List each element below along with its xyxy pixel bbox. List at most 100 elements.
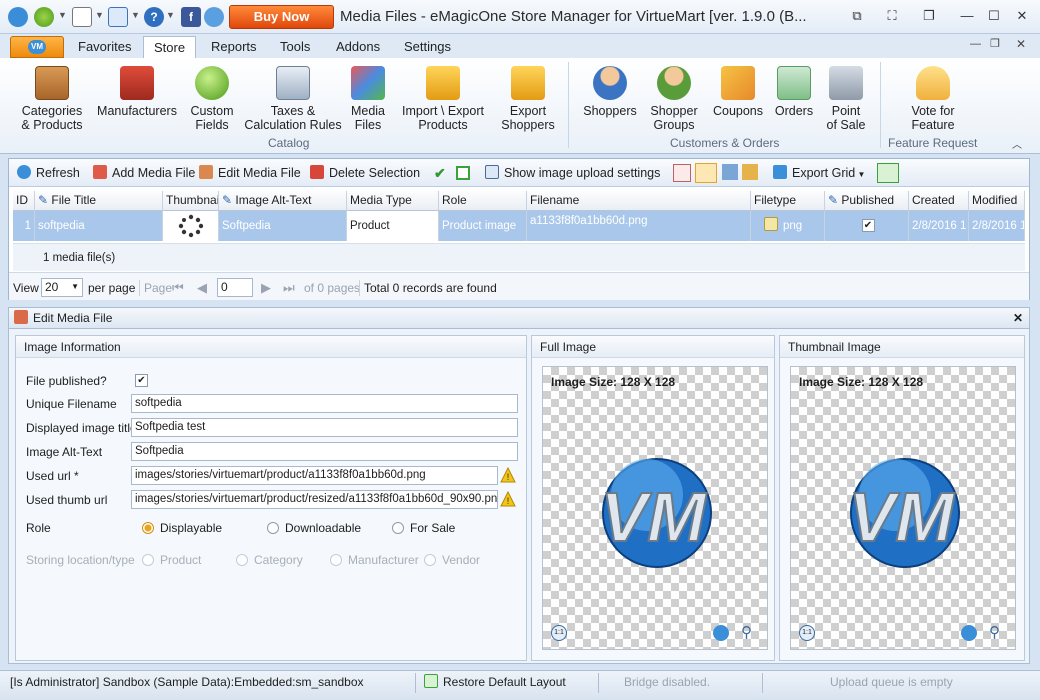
cell-filetype[interactable]: png [751,211,825,241]
close-panel-icon[interactable]: ✕ [1013,308,1023,328]
uncheck-all-icon[interactable] [456,166,470,180]
role-downloadable-radio[interactable]: Downloadable [267,521,361,535]
cell-role[interactable]: Product image [439,211,527,241]
dropdown-arrow-icon[interactable]: ▼ [95,10,104,20]
storing-category-radio[interactable]: Category [236,553,303,567]
zoom-icon[interactable]: ⚲ [989,623,1000,641]
tab-tools[interactable]: Tools [270,36,320,58]
per-page-select[interactable]: 20 ▼ [41,278,83,297]
taxes-button[interactable]: Taxes & Calculation Rules [244,66,342,132]
buy-now-button[interactable]: Buy Now [229,5,334,29]
unique-filename-input[interactable]: softpedia [131,394,518,413]
manufacturers-button[interactable]: Manufacturers [95,66,179,118]
col-media-type[interactable]: Media Type [347,191,439,211]
alt-text-input[interactable]: Softpedia [131,442,518,461]
col-id[interactable]: ID [13,191,35,211]
export-grid-button[interactable]: Export Grid ▼ [773,164,865,182]
file-published-checkbox[interactable]: ✔ [135,374,148,387]
table-row[interactable]: 1 [13,211,35,241]
dropdown-arrow-icon[interactable]: ▼ [131,10,140,20]
edit-media-button[interactable]: Edit Media File [199,164,301,182]
tab-favorites[interactable]: Favorites [68,36,141,58]
warning-icon[interactable]: ! [500,491,516,507]
shoppers-button[interactable]: Shoppers [582,66,638,118]
cell-modified[interactable]: 2/8/2016 1 [969,211,1025,241]
storing-product-radio[interactable]: Product [142,553,201,567]
col-alt-text[interactable]: ✎ Image Alt-Text [219,191,347,211]
windows-icon[interactable] [108,7,128,27]
displayed-title-input[interactable]: Softpedia test [131,418,518,437]
col-thumbnail[interactable]: Thumbnail [163,191,219,211]
col-filetype[interactable]: Filetype [751,191,825,211]
ribbon-restore-icon[interactable]: ❐ [990,37,1000,50]
check-all-icon[interactable]: ✔ [434,164,446,182]
next-page-icon[interactable]: ▶ [261,280,271,296]
help-icon[interactable]: ? [144,7,164,27]
cell-file-title[interactable]: softpedia [35,211,163,241]
import-export-button[interactable]: Import \ Export Products [396,66,490,132]
used-thumb-input[interactable]: images/stories/virtuemart/product/resize… [131,490,498,509]
refresh-image-icon[interactable] [961,625,977,641]
zoom-icon[interactable]: ⚲ [741,623,752,641]
role-displayable-radio[interactable]: Displayable [142,521,222,535]
media-files-button[interactable]: Media Files [348,66,388,132]
tab-reports[interactable]: Reports [201,36,267,58]
app-menu-button[interactable]: VM [10,36,64,58]
storing-manufacturer-radio[interactable]: Manufacturer [330,553,419,567]
green-status-icon[interactable] [34,7,54,27]
sync-icon[interactable] [877,163,899,183]
col-created[interactable]: Created [909,191,969,211]
warning-icon[interactable]: ! [500,467,516,483]
orders-button[interactable]: Orders [772,66,816,118]
first-page-icon[interactable]: ⏮ [172,280,184,296]
layout-icon[interactable] [673,164,691,182]
filter-icon[interactable] [722,164,738,180]
col-filename[interactable]: Filename [527,191,751,211]
fullscreen-icon[interactable]: ⛶ [880,6,904,26]
custom-fields-button[interactable]: Custom Fields [186,66,238,132]
dropdown-arrow-icon[interactable]: ▼ [58,10,67,20]
prev-page-icon[interactable]: ◀ [197,280,207,296]
restore-layout-button[interactable]: Restore Default Layout [424,671,566,693]
tab-addons[interactable]: Addons [326,36,390,58]
vote-feature-button[interactable]: Vote for Feature [900,66,966,132]
tile-icon[interactable]: ⧉ [845,6,869,26]
cell-alt-text[interactable]: Softpedia [219,211,347,241]
actual-size-icon[interactable]: 1:1 [551,625,567,641]
point-of-sale-button[interactable]: Point of Sale [824,66,868,132]
used-url-input[interactable]: images/stories/virtuemart/product/a1133f… [131,466,498,485]
role-for-sale-radio[interactable]: For Sale [392,521,455,535]
restore-icon[interactable]: ❐ [917,6,941,26]
actual-size-icon[interactable]: 1:1 [799,625,815,641]
coupons-button[interactable]: Coupons [710,66,766,118]
ribbon-close-icon[interactable]: ✕ [1016,37,1026,51]
bird-icon[interactable] [204,7,224,27]
cell-filename[interactable]: a1133f8f0a1bb60d.png [527,211,751,241]
app-logo-icon[interactable] [8,7,28,27]
facebook-icon[interactable]: f [181,7,201,27]
show-upload-settings-button[interactable]: Show image upload settings [485,164,660,182]
dropdown-arrow-icon[interactable]: ▼ [166,10,175,20]
close-button[interactable]: ✕ [1010,6,1034,26]
storing-vendor-radio[interactable]: Vendor [424,553,480,567]
refresh-image-icon[interactable] [713,625,729,641]
fit-columns-icon[interactable] [695,163,717,183]
delete-selection-button[interactable]: Delete Selection [310,164,420,182]
cell-published[interactable]: ✔ [825,211,909,241]
col-published[interactable]: ✎ Published [825,191,909,211]
categories-products-button[interactable]: Categories & Products [18,66,86,132]
last-page-icon[interactable]: ⏭ [283,280,295,296]
page-input[interactable]: 0 [217,278,253,297]
tab-settings[interactable]: Settings [394,36,461,58]
refresh-button[interactable]: Refresh [17,164,80,182]
add-media-button[interactable]: Add Media File [93,164,195,182]
minimize-button[interactable]: — [955,6,979,26]
tab-store[interactable]: Store [143,36,197,58]
cell-media-type[interactable]: Product [347,211,439,241]
clipboard-icon[interactable] [72,7,92,27]
columns-icon[interactable] [742,164,758,180]
maximize-button[interactable]: ☐ [982,6,1006,26]
cell-created[interactable]: 2/8/2016 1 [909,211,969,241]
shopper-groups-button[interactable]: Shopper Groups [646,66,702,132]
export-shoppers-button[interactable]: Export Shoppers [498,66,558,132]
